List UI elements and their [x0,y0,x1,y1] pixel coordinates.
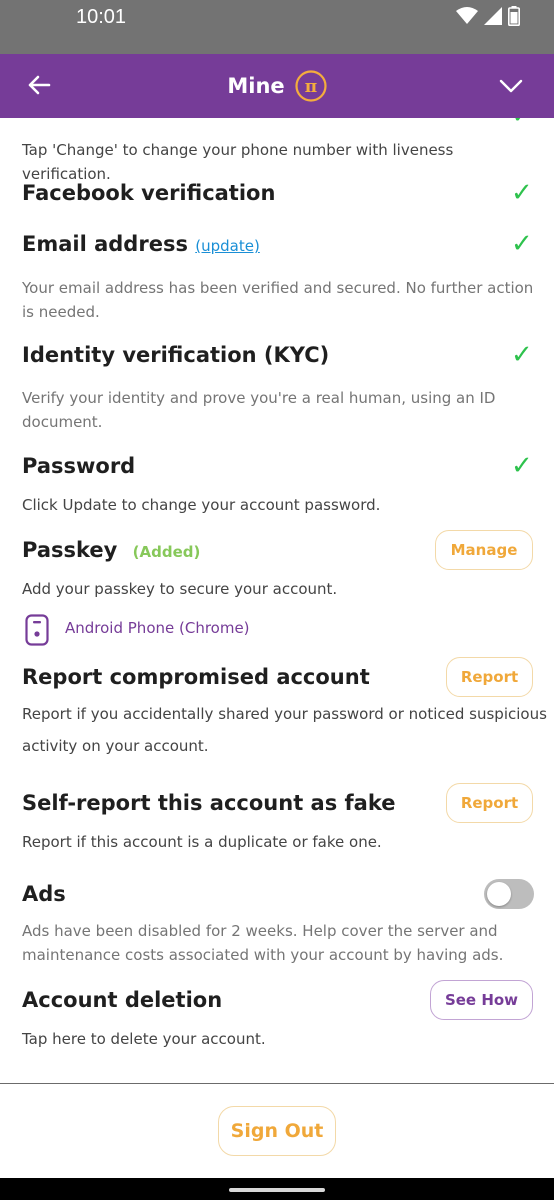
report-compromised-button[interactable]: Report [446,657,533,697]
status-time: 10:01 [76,6,127,28]
system-nav-bar [0,1178,554,1200]
email-description: Your email address has been verified and… [22,279,534,321]
phone-check-icon: ✓ [511,118,533,130]
sign-out-button[interactable]: Sign Out [218,1106,336,1156]
password-check-icon: ✓ [511,451,533,481]
header-title-group: Mine π [0,54,554,118]
email-update-link[interactable]: (update) [195,237,260,255]
collapse-button[interactable] [494,68,528,102]
ads-toggle[interactable] [484,879,534,909]
passkey-row: Passkey (Added) [22,538,200,562]
footer-divider [0,1083,554,1084]
password-title: Password [22,454,136,478]
wifi-icon [456,7,478,24]
self-report-description: Report if this account is a duplicate or… [22,833,382,851]
passkey-description: Add your passkey to secure your account. [22,580,338,598]
kyc-description: Verify your identity and prove you're a … [22,389,496,431]
pi-coin-icon: π [295,70,327,102]
ads-title: Ads [22,882,66,906]
account-deletion-title: Account deletion [22,988,223,1012]
status-bar: 10:01 [0,0,554,54]
passkey-status: (Added) [132,543,201,561]
phone-device-icon [25,614,49,646]
chevron-down-icon [499,79,523,93]
report-compromised-title: Report compromised account [22,665,370,689]
email-title: Email address [22,232,188,256]
self-report-button[interactable]: Report [446,783,533,823]
phone-description: Tap 'Change' to change your phone number… [22,141,454,183]
facebook-check-icon: ✓ [511,178,533,208]
kyc-title: Identity verification (KYC) [22,343,330,367]
facebook-title: Facebook verification [22,181,276,205]
kyc-check-icon: ✓ [511,340,533,370]
passkey-title: Passkey [22,538,118,562]
signal-icon [484,7,502,25]
report-compromised-description-line1: Report if you accidentally shared your p… [22,705,547,723]
settings-content[interactable]: ✓ Tap 'Change' to change your phone numb… [0,118,554,1084]
email-row: Email address (update) [22,232,260,256]
home-gesture-handle[interactable] [229,1188,325,1192]
password-description: Click Update to change your account pass… [22,496,381,514]
battery-icon [508,6,520,26]
report-compromised-description-line2: activity on your account. [22,737,209,755]
self-report-title: Self-report this account as fake [22,791,396,815]
status-icons [456,6,520,26]
app-header: Mine π [0,54,554,118]
see-how-button[interactable]: See How [430,980,533,1020]
ads-description: Ads have been disabled for 2 weeks. Help… [22,922,504,964]
page-title: Mine [227,74,285,98]
passkey-device: Android Phone (Chrome) [65,619,250,637]
pi-symbol: π [304,77,316,97]
ads-toggle-knob [487,882,511,906]
account-deletion-description: Tap here to delete your account. [22,1030,266,1048]
manage-passkey-button[interactable]: Manage [435,530,533,570]
email-check-icon: ✓ [511,229,533,259]
